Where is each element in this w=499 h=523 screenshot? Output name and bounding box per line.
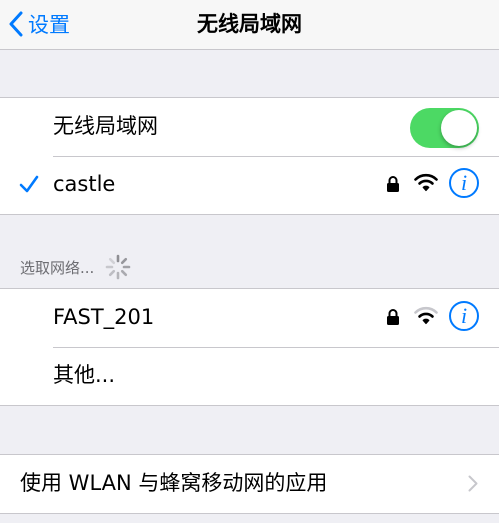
wifi-toggle-switch[interactable] <box>410 108 479 148</box>
toggle-knob <box>441 110 477 146</box>
info-button-castle[interactable]: i <box>449 168 479 198</box>
other-network-label: 其他... <box>53 363 116 387</box>
wlan-cellular-group: 使用 WLAN 与蜂窝移动网的应用 <box>0 454 499 514</box>
other-network-row[interactable]: 其他... <box>0 347 499 405</box>
choose-network-label: 选取网络... <box>20 258 95 277</box>
wifi-toggle-row: 无线局域网 <box>0 98 499 156</box>
networks-group: FAST_201 i 其他... <box>0 288 499 406</box>
navigation-bar: 设置 无线局域网 <box>0 0 499 50</box>
wifi-signal-icon <box>414 173 438 192</box>
wifi-toggle-label: 无线局域网 <box>53 114 158 138</box>
loading-spinner-icon <box>106 254 131 280</box>
wlan-cellular-apps-label: 使用 WLAN 与蜂窝移动网的应用 <box>20 471 328 495</box>
wifi-group: 无线局域网 castle i <box>0 97 499 215</box>
connected-network-row[interactable]: castle i <box>0 156 499 214</box>
network-name: FAST_201 <box>53 305 155 329</box>
choose-network-header: 选取网络... <box>20 250 132 284</box>
page-title: 无线局域网 <box>197 12 302 36</box>
network-row-fast-201[interactable]: FAST_201 i <box>0 289 499 347</box>
lock-icon <box>387 176 399 192</box>
lock-icon <box>387 309 399 325</box>
wlan-cellular-apps-row[interactable]: 使用 WLAN 与蜂窝移动网的应用 <box>0 455 499 513</box>
chevron-right-icon <box>468 475 478 492</box>
info-button-fast-201[interactable]: i <box>449 301 479 331</box>
wifi-signal-icon <box>414 306 438 325</box>
checkmark-icon <box>19 175 39 193</box>
connected-network-name: castle <box>53 172 116 196</box>
